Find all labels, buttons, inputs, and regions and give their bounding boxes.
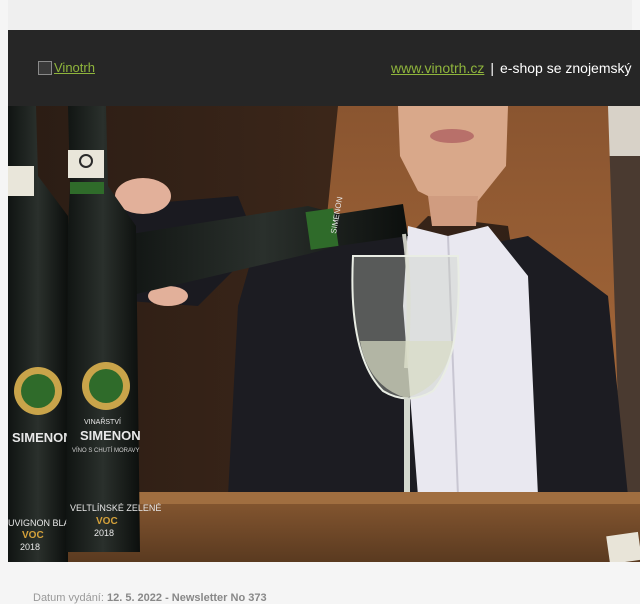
woman-lips xyxy=(430,129,474,143)
woman-neck xyxy=(428,196,478,226)
separator: | xyxy=(490,60,494,76)
newsletter-footer: Datum vydání: 12. 5. 2022 - Newsletter N… xyxy=(0,562,640,604)
bottle-right-region: VÍNO S CHUTÍ MORAVY xyxy=(72,447,140,454)
top-bar xyxy=(8,0,632,30)
vinotrh-link[interactable]: www.vinotrh.cz xyxy=(391,60,484,76)
date-label: Datum vydání: xyxy=(33,592,104,604)
bottle-left-brand: SIMENON xyxy=(12,430,73,445)
date-value: 12. 5. 2022 - Newsletter No 373 xyxy=(106,592,267,604)
bottle-left-grade: VOC xyxy=(22,530,44,541)
header-tagline: www.vinotrh.cz | e-shop se znojemský xyxy=(391,60,632,76)
bottle-right-variety: VELTLÍNSKÉ ZELENÉ xyxy=(70,503,161,513)
issue-date: Datum vydání: 12. 5. 2022 - Newsletter N… xyxy=(33,592,267,604)
tagline-text: e-shop se znojemský xyxy=(500,60,632,76)
bottle-right-year: 2018 xyxy=(94,528,114,538)
bottle-right-brand: SIMENON xyxy=(80,428,141,443)
bottle-right-grade: VOC xyxy=(96,516,118,527)
newsletter-header: Vinotrh www.vinotrh.cz | e-shop se znojems… xyxy=(8,30,640,106)
window-light xyxy=(608,106,640,156)
logo-alt-text[interactable]: Vinotrh xyxy=(54,60,95,75)
hero-photo: SIMENON SIMENON UVIGNON BLANC VOC 2018 V… xyxy=(8,106,640,562)
hero-image: SIMENON SIMENON UVIGNON BLANC VOC 2018 V… xyxy=(8,106,640,562)
paper-card xyxy=(606,531,640,562)
vinotrh-logo[interactable]: Vinotrh xyxy=(38,60,95,75)
broken-image-icon xyxy=(38,60,52,75)
bottle-left-year: 2018 xyxy=(20,542,40,552)
bottle-right-winery: VINAŘSTVÍ xyxy=(84,417,121,426)
